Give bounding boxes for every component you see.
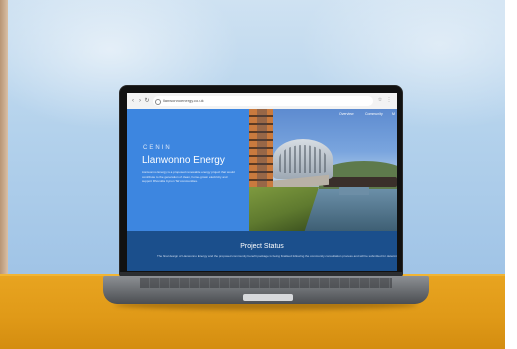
back-icon[interactable]: ‹ (130, 97, 136, 105)
laptop-notch (243, 294, 293, 301)
nav-more[interactable]: M (392, 111, 395, 117)
bookmark-icon[interactable]: ☆ (377, 97, 383, 103)
status-text: The final design of Llanwonno Energy and… (157, 254, 397, 258)
status-heading: Project Status (240, 243, 284, 250)
hero-description: Llanwonno Energy is a proposed renewable… (142, 170, 235, 184)
menu-icon[interactable]: ⋮ (386, 97, 392, 103)
url-text: llanwonnoenergy.co.uk (163, 98, 204, 103)
nav-community[interactable]: Community (365, 111, 383, 117)
project-status-section: Project Status The final design of Llanw… (127, 231, 397, 271)
right-border (505, 0, 517, 349)
reload-icon[interactable]: ↻ (144, 97, 150, 105)
photo-dome-stripes (279, 145, 327, 173)
search-icon (155, 99, 161, 105)
laptop-screen: ‹ › ↻ llanwonnoenergy.co.uk ☆ ⋮ CENIN Ll… (127, 93, 397, 271)
browser-toolbar: ‹ › ↻ llanwonnoenergy.co.uk ☆ ⋮ (127, 93, 397, 110)
nav-overview[interactable]: Overview (339, 111, 354, 117)
forward-icon[interactable]: › (137, 97, 143, 105)
photo-scene: ‹ › ↻ llanwonnoenergy.co.uk ☆ ⋮ CENIN Ll… (0, 0, 517, 349)
brand-logo: CENIN (143, 145, 172, 151)
laptop-keyboard-edge (140, 278, 392, 288)
hero-photo (249, 109, 397, 231)
address-bar[interactable]: llanwonnoenergy.co.uk (153, 96, 373, 106)
photo-building-glass (257, 109, 267, 187)
photo-bridge (323, 177, 397, 187)
page-title: Llanwonno Energy (142, 155, 225, 166)
